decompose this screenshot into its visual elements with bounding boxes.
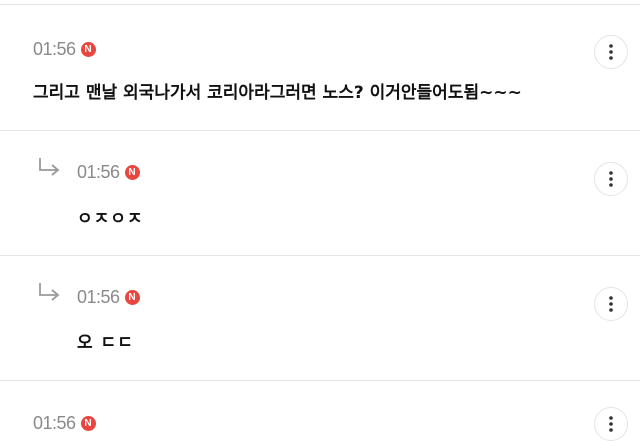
more-options-button[interactable]	[594, 35, 628, 69]
more-options-button[interactable]	[594, 407, 628, 441]
reply-arrow-icon	[39, 158, 60, 176]
comment-timestamp: 01:56	[77, 162, 120, 182]
comment-timestamp: 01:56	[33, 39, 76, 59]
comment-timestamp: 01:56	[33, 413, 76, 433]
comment-text: 그리고 맨날 외국나가서 코리아라그러면 노스? 이거안들어도됨~~~	[33, 83, 522, 103]
comment-meta: 01:56 N	[33, 39, 96, 60]
more-options-button[interactable]	[594, 162, 628, 196]
new-badge-icon: N	[80, 42, 96, 57]
new-badge-icon: N	[124, 165, 140, 180]
comment-meta: 01:56 N	[33, 413, 96, 434]
comment-meta: 01:56 N	[77, 162, 140, 183]
comment-meta: 01:56 N	[77, 287, 140, 308]
more-options-button[interactable]	[594, 287, 628, 321]
reply-arrow-icon	[39, 283, 60, 301]
more-vertical-icon	[609, 416, 613, 432]
comment-text: 오 ㄷㄷ	[77, 333, 134, 353]
more-vertical-icon	[609, 44, 613, 60]
comment-item: 01:56 N	[0, 381, 640, 441]
comment-text: ㅇㅈㅇㅈ	[77, 209, 144, 229]
comment-timestamp: 01:56	[77, 287, 120, 307]
new-badge-icon: N	[80, 416, 96, 431]
reply-item: 01:56 N 오 ㄷㄷ	[0, 256, 640, 380]
reply-item: 01:56 N ㅇㅈㅇㅈ	[0, 131, 640, 255]
comment-item: 01:56 N 그리고 맨날 외국나가서 코리아라그러면 노스? 이거안들어도됨…	[0, 5, 640, 130]
more-vertical-icon	[609, 296, 613, 312]
more-vertical-icon	[609, 171, 613, 187]
new-badge-icon: N	[124, 290, 140, 305]
